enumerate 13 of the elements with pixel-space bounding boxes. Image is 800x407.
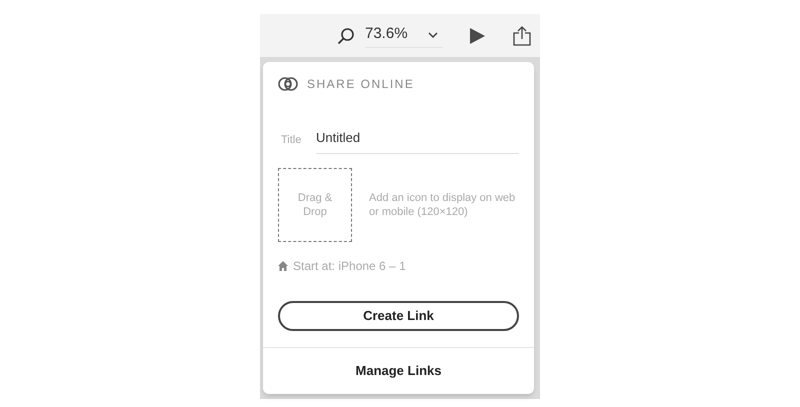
search-icon[interactable] [337, 26, 355, 44]
create-link-button[interactable]: Create Link [278, 300, 519, 330]
play-icon[interactable] [469, 28, 485, 44]
home-icon [278, 260, 288, 270]
zoom-field[interactable]: 73.6% [365, 23, 443, 48]
panel-title: SHARE ONLINE [307, 76, 414, 93]
share-icon[interactable] [513, 26, 531, 46]
chevron-down-icon[interactable] [428, 32, 438, 38]
icon-hint: Add an icon to display on web or mobile (120×120) [369, 190, 516, 218]
manage-links-button[interactable]: Manage Links [263, 348, 534, 394]
start-at-text: Start at: iPhone 6 – 1 [293, 258, 406, 274]
title-field[interactable]: Untitled [316, 126, 519, 154]
title-label: Title [281, 132, 302, 148]
